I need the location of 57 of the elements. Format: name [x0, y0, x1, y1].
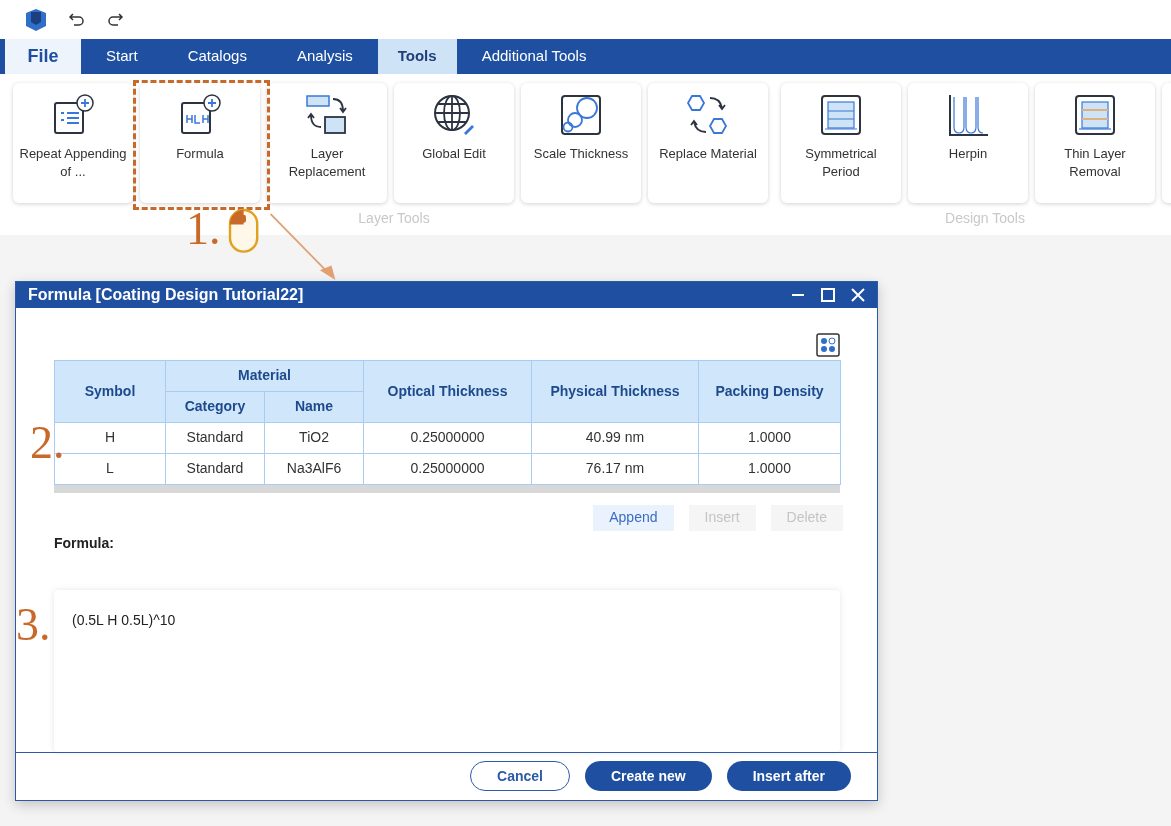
tool-button[interactable]: Formula	[140, 83, 260, 203]
ribbon-tab[interactable]: Tools	[377, 39, 457, 74]
ribbon-tab[interactable]: Analysis	[271, 39, 378, 74]
dialog-title: Formula [Coating Design Tutorial22]	[28, 284, 305, 305]
app-logo-icon	[24, 7, 48, 32]
table-cell: Na3AlF6	[264, 453, 364, 485]
hexagon-swap-icon	[686, 93, 730, 137]
layer-swap-icon	[305, 93, 349, 137]
tool-button[interactable]: Global Edit	[394, 83, 514, 203]
tool-button[interactable]: Layer Replacement	[267, 83, 387, 203]
table-cell: TiO2	[264, 422, 364, 454]
table-cell: 76.17 nm	[531, 453, 699, 485]
ribbon-tab[interactable]: Additional Tools	[456, 39, 612, 74]
column-header: Optical Thickness	[363, 360, 532, 423]
list-add-icon	[51, 93, 95, 137]
globe-icon	[432, 93, 476, 137]
layout-icon[interactable]	[816, 332, 840, 357]
column-header: Symbol	[54, 360, 166, 423]
tool-button[interactable]: Replace Material	[648, 83, 768, 203]
column-header: Material	[165, 360, 364, 392]
dialog-button[interactable]: Insert after	[726, 761, 851, 792]
ribbon-tab[interactable]: Start	[81, 39, 163, 74]
step-number: 3.	[16, 602, 51, 648]
step-number: 1.	[186, 206, 221, 252]
formula-label: Formula:	[54, 533, 115, 553]
ribbon-tab[interactable]: Catalogs	[162, 39, 272, 74]
close-icon[interactable]	[851, 287, 865, 302]
column-header: Packing Density	[698, 360, 841, 423]
tool-button[interactable]: Symmetrical Period	[781, 83, 901, 203]
layer-stack-icon	[1073, 93, 1117, 137]
dialog-button[interactable]: Cancel	[470, 761, 570, 792]
column-header: Name	[264, 391, 364, 423]
undo-icon[interactable]	[68, 10, 86, 29]
table-cell: 0.25000000	[363, 453, 532, 485]
formula-add-icon	[178, 93, 222, 137]
table-cell: 1.0000	[698, 453, 841, 485]
wave-curve-icon	[946, 93, 990, 137]
tool-button[interactable]: Scale Thickness	[521, 83, 641, 203]
tool-button[interactable]: Repeat Appending of ...	[13, 83, 133, 203]
redo-icon[interactable]	[106, 10, 124, 29]
dialog-button[interactable]: Create new	[584, 761, 712, 792]
table-action-button[interactable]: Append	[593, 504, 674, 531]
table-cell: 1.0000	[698, 422, 841, 454]
column-header: Category	[165, 391, 265, 423]
table-cell: 0.25000000	[363, 422, 532, 454]
formula-input[interactable]: (0.5L H 0.5L)^10	[54, 589, 840, 752]
column-header: Physical Thickness	[531, 360, 699, 423]
circles-icon	[559, 93, 603, 137]
ribbon-tab[interactable]: File	[5, 39, 81, 74]
layer-stack-icon	[819, 93, 863, 137]
tool-button[interactable]: Herpin	[908, 83, 1028, 203]
table-cell: Standard	[165, 422, 265, 454]
pointer-arrow	[268, 212, 338, 282]
tool-button[interactable]: Thin Layer Removal	[1035, 83, 1155, 203]
maximize-icon[interactable]	[821, 287, 835, 302]
table-cell: Standard	[165, 453, 265, 485]
table-cell: 40.99 nm	[531, 422, 699, 454]
